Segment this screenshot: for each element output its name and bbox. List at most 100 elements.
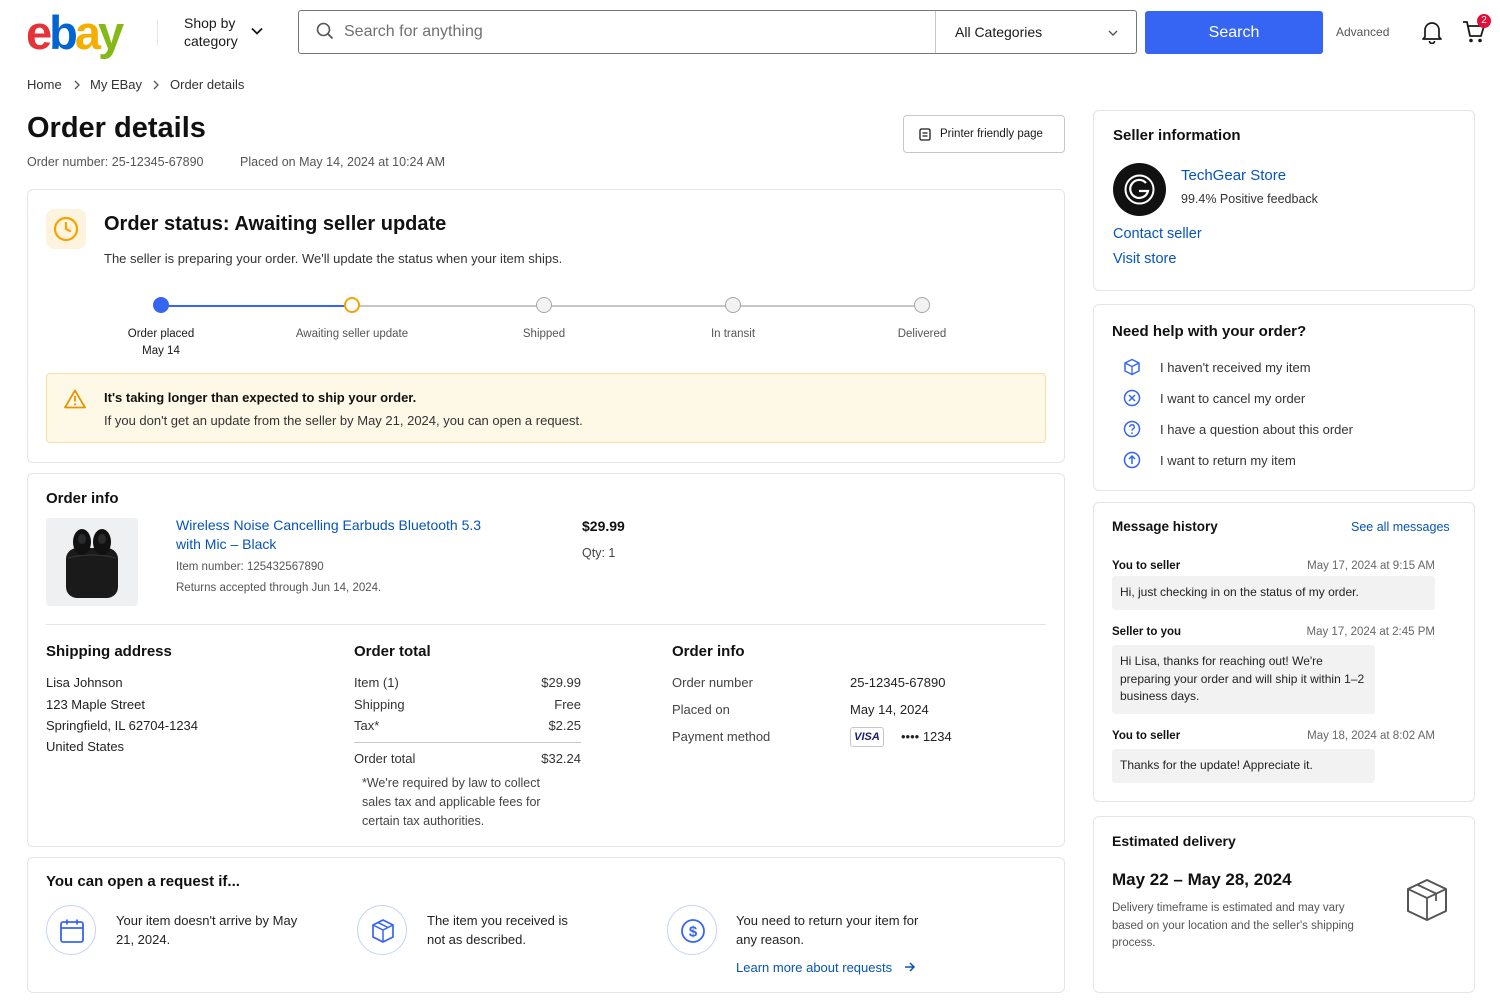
open-request-title: You can open a request if... bbox=[46, 873, 240, 890]
box-icon bbox=[1124, 358, 1140, 376]
ebay-logo[interactable]: ebay bbox=[26, 9, 124, 56]
alert-title: It's taking longer than expected to ship… bbox=[104, 390, 417, 405]
message-history-title: Message history bbox=[1112, 519, 1218, 534]
clock-icon bbox=[53, 216, 79, 242]
total-divider bbox=[354, 742, 581, 743]
see-all-messages-link[interactable]: See all messages bbox=[1351, 520, 1450, 534]
returns-policy: Returns accepted through Jun 14, 2024. bbox=[176, 582, 382, 594]
box-icon bbox=[372, 919, 394, 943]
message-bubble: Thanks for the update! Appreciate it. bbox=[1112, 749, 1375, 783]
category-select[interactable]: All Categories bbox=[955, 24, 1042, 40]
message-time: May 17, 2024 at 9:15 AM bbox=[1307, 560, 1435, 572]
contact-seller-link[interactable]: Contact seller bbox=[1113, 226, 1202, 242]
bell-icon[interactable] bbox=[1421, 20, 1443, 44]
request-reason: You need to return your item for any rea… bbox=[736, 913, 919, 947]
breadcrumb-order-details: Order details bbox=[170, 77, 245, 92]
logo-letter-a: a bbox=[74, 6, 101, 59]
chevron-down-icon[interactable] bbox=[250, 24, 264, 38]
search-icon bbox=[316, 22, 334, 40]
help-not-received-link[interactable]: I haven't received my item bbox=[1160, 360, 1311, 375]
chevron-right-icon bbox=[153, 80, 159, 90]
dollar-icon: $ bbox=[681, 919, 705, 943]
grand-total-label: Order total bbox=[354, 751, 416, 766]
shipping-address-title: Shipping address bbox=[46, 643, 172, 660]
learn-more-requests-link[interactable]: Learn more about requests bbox=[736, 960, 916, 975]
estimated-delivery-note: Delivery timeframe is estimated and may … bbox=[1112, 902, 1354, 949]
order-number-value: 25-12345-67890 bbox=[850, 675, 946, 690]
help-cancel-order-link[interactable]: I want to cancel my order bbox=[1160, 391, 1305, 406]
step-dot-delivered bbox=[914, 297, 930, 313]
seller-feedback: 99.4% Positive feedback bbox=[1181, 192, 1318, 206]
return-icon bbox=[1123, 451, 1141, 469]
calendar-icon-wrap bbox=[46, 905, 96, 955]
printer-icon bbox=[919, 128, 931, 141]
message-bubble: Hi, just checking in on the status of my… bbox=[1112, 576, 1435, 610]
logo-letter-y: y bbox=[98, 6, 124, 59]
total-row-label: Tax* bbox=[354, 718, 380, 733]
order-meta-title: Order info bbox=[672, 643, 745, 660]
progress-line-pending bbox=[352, 305, 922, 307]
item-image[interactable] bbox=[46, 518, 138, 606]
message-sender: You to seller bbox=[1112, 730, 1181, 742]
estimated-delivery-dates: May 22 – May 28, 2024 bbox=[1112, 870, 1292, 889]
package-icon bbox=[1407, 879, 1447, 921]
printer-friendly-button[interactable]: Printer friendly page bbox=[903, 115, 1065, 153]
item-title-link[interactable]: Wireless Noise Cancelling Earbuds Blueto… bbox=[176, 516, 506, 554]
cart-count-badge: 2 bbox=[1477, 14, 1491, 28]
request-reason: Your item doesn't arrive by May 21, 2024… bbox=[116, 913, 298, 947]
order-number-label: Order number bbox=[672, 675, 753, 690]
arrow-right-icon bbox=[904, 962, 915, 972]
step-label-awaiting: Awaiting seller update bbox=[295, 328, 409, 340]
step-label-in-transit: In transit bbox=[710, 328, 756, 340]
dollar-icon-wrap: $ bbox=[667, 905, 717, 955]
payment-method-label: Payment method bbox=[672, 729, 771, 744]
help-return-item-link[interactable]: I want to return my item bbox=[1160, 453, 1296, 468]
visit-store-link[interactable]: Visit store bbox=[1113, 251, 1176, 267]
item-price: $29.99 bbox=[582, 518, 625, 534]
breadcrumb-my-ebay[interactable]: My EBay bbox=[90, 77, 142, 92]
order-status-description: The seller is preparing your order. We'l… bbox=[104, 251, 563, 266]
learn-more-label: Learn more about requests bbox=[736, 960, 893, 975]
search-button[interactable]: Search bbox=[1145, 11, 1323, 54]
step-label-delivered: Delivered bbox=[897, 328, 947, 340]
total-row-value: $29.99 bbox=[541, 675, 581, 690]
seller-avatar[interactable] bbox=[1113, 163, 1166, 216]
seller-name-link[interactable]: TechGear Store bbox=[1181, 167, 1286, 184]
tax-note: *We're required by law to collect sales … bbox=[362, 776, 541, 828]
step-dot-in-transit bbox=[725, 297, 741, 313]
step-label-order-placed: Order placed May 14 bbox=[91, 326, 231, 360]
page-title: Order details bbox=[27, 112, 206, 144]
request-reason: The item you received is not as describe… bbox=[427, 913, 568, 947]
item-quantity: Qty: 1 bbox=[582, 546, 616, 560]
message-time: May 17, 2024 at 2:45 PM bbox=[1306, 626, 1436, 638]
header-divider bbox=[157, 20, 158, 46]
address-line: Springfield, IL 62704-1234 bbox=[46, 718, 199, 733]
chevron-down-icon[interactable] bbox=[1107, 28, 1119, 38]
logo-letter-e: e bbox=[26, 6, 52, 59]
svg-text:$: $ bbox=[689, 924, 698, 941]
alert-text: If you don't get an update from the sell… bbox=[104, 413, 583, 428]
grand-total-value: $32.24 bbox=[541, 751, 581, 766]
message-bubble: Hi Lisa, thanks for reaching out! We're … bbox=[1112, 645, 1375, 714]
search-input[interactable] bbox=[344, 19, 904, 45]
total-row-value: Free bbox=[554, 697, 581, 712]
step-name: Order placed bbox=[127, 328, 195, 340]
calendar-icon bbox=[60, 919, 84, 943]
cancel-circle-icon bbox=[1123, 389, 1141, 407]
message-sender: You to seller bbox=[1112, 560, 1181, 572]
shipping-delay-alert bbox=[46, 373, 1046, 443]
message-sender: Seller to you bbox=[1112, 626, 1182, 638]
step-dot-order-placed bbox=[153, 297, 169, 313]
order-info-title: Order info bbox=[46, 490, 119, 507]
progress-line-complete bbox=[161, 305, 352, 307]
shop-by-category-button[interactable]: Shop by category bbox=[184, 14, 244, 50]
order-status-title: Order status: Awaiting seller update bbox=[104, 213, 447, 235]
earbuds-case-image bbox=[66, 529, 118, 598]
message-time: May 18, 2024 at 8:02 AM bbox=[1307, 730, 1435, 742]
breadcrumb-home[interactable]: Home bbox=[27, 77, 62, 92]
step-dot-shipped bbox=[536, 297, 552, 313]
seller-logo-icon bbox=[1124, 174, 1155, 205]
card-last-four: •••• 1234 bbox=[901, 729, 952, 744]
help-question-link[interactable]: I have a question about this order bbox=[1160, 422, 1353, 437]
advanced-search-link[interactable]: Advanced bbox=[1336, 25, 1389, 39]
